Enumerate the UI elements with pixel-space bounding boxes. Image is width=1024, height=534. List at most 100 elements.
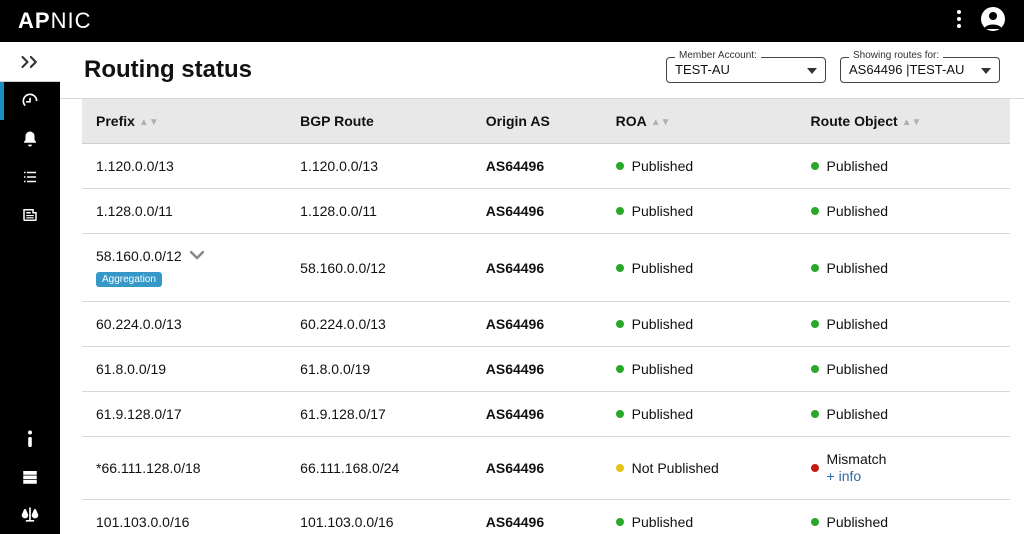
page-header: Routing status Member Account: TEST-AU S… (60, 42, 1024, 99)
status-dot-icon (811, 518, 819, 526)
sidebar-expand-button[interactable] (0, 42, 60, 82)
cell-route-object: Published (797, 189, 1010, 234)
status-text: Published (632, 406, 694, 422)
table-row: 101.103.0.0/16101.103.0.0/16AS64496Publi… (82, 499, 1010, 534)
cell-roa: Published (602, 144, 797, 189)
sidebar-item-list[interactable] (0, 158, 60, 196)
cell-prefix: *66.111.128.0/18 (82, 437, 286, 500)
status-text: Published (827, 316, 889, 332)
cell-route-object: Published (797, 392, 1010, 437)
cell-bgp: 1.120.0.0/13 (286, 144, 472, 189)
cell-roa: Published (602, 347, 797, 392)
status-text: Published (632, 158, 694, 174)
select-value: AS64496 |TEST-AU (849, 62, 964, 77)
cell-route-object: Published (797, 302, 1010, 347)
cell-roa: Published (602, 234, 797, 302)
logo: APNIC (18, 8, 91, 34)
cell-route-object: Published (797, 499, 1010, 534)
cell-origin: AS64496 (472, 302, 602, 347)
bell-icon (21, 130, 39, 148)
table-area: Prefix▲▼ BGP Route Origin AS ROA▲▼ Route… (60, 99, 1024, 534)
status-dot-icon (811, 410, 819, 418)
sidebar-item-alerts[interactable] (0, 120, 60, 158)
status-text: Published (632, 514, 694, 530)
col-header-route-object[interactable]: Route Object▲▼ (797, 99, 1010, 144)
sidebar-item-dashboard[interactable] (0, 82, 60, 120)
caret-down-icon (981, 61, 991, 79)
routes-for-select[interactable]: Showing routes for: AS64496 |TEST-AU (840, 57, 1000, 83)
cell-prefix: 1.128.0.0/11 (82, 189, 286, 234)
logo-light: NIC (51, 8, 92, 33)
header-controls: Member Account: TEST-AU Showing routes f… (666, 57, 1000, 83)
cell-route-object: Published (797, 234, 1010, 302)
info-link[interactable]: + info (827, 468, 887, 485)
cell-origin: AS64496 (472, 144, 602, 189)
sort-icon: ▲▼ (902, 117, 922, 128)
select-value: TEST-AU (675, 62, 730, 77)
cell-roa: Published (602, 302, 797, 347)
cell-prefix: 61.8.0.0/19 (82, 347, 286, 392)
chevron-down-icon[interactable] (190, 248, 204, 264)
status-text: Published (827, 203, 889, 219)
cell-roa: Published (602, 392, 797, 437)
member-account-select[interactable]: Member Account: TEST-AU (666, 57, 826, 83)
cell-origin: AS64496 (472, 347, 602, 392)
cell-prefix: 1.120.0.0/13 (82, 144, 286, 189)
select-label: Showing routes for: (849, 50, 943, 61)
cell-bgp: 60.224.0.0/13 (286, 302, 472, 347)
account-icon[interactable] (980, 6, 1006, 37)
status-text: Published (827, 514, 889, 530)
cell-prefix: 101.103.0.0/16 (82, 499, 286, 534)
cell-prefix: 60.224.0.0/13 (82, 302, 286, 347)
col-header-prefix[interactable]: Prefix▲▼ (82, 99, 286, 144)
logo-bold: AP (18, 8, 51, 33)
table-row: 1.128.0.0/111.128.0.0/11AS64496Published… (82, 189, 1010, 234)
status-dot-icon (811, 365, 819, 373)
col-header-bgp[interactable]: BGP Route (286, 99, 472, 144)
prefix-text: 58.160.0.0/12 (96, 248, 182, 264)
cell-prefix: 61.9.128.0/17 (82, 392, 286, 437)
cell-origin: AS64496 (472, 392, 602, 437)
status-dot-icon (811, 162, 819, 170)
aggregation-badge: Aggregation (96, 272, 162, 287)
table-header-row: Prefix▲▼ BGP Route Origin AS ROA▲▼ Route… (82, 99, 1010, 144)
col-header-origin[interactable]: Origin AS (472, 99, 602, 144)
cell-bgp: 66.111.168.0/24 (286, 437, 472, 500)
sidebar-item-news[interactable] (0, 196, 60, 234)
cell-bgp: 101.103.0.0/16 (286, 499, 472, 534)
cell-roa: Published (602, 499, 797, 534)
status-text: Published (827, 158, 889, 174)
cell-bgp: 58.160.0.0/12 (286, 234, 472, 302)
col-header-roa[interactable]: ROA▲▼ (602, 99, 797, 144)
select-label: Member Account: (675, 50, 761, 61)
table-row: 1.120.0.0/131.120.0.0/13AS64496Published… (82, 144, 1010, 189)
caret-down-icon (807, 61, 817, 79)
status-text: Not Published (632, 460, 719, 476)
cell-origin: AS64496 (472, 499, 602, 534)
status-dot-icon (616, 365, 624, 373)
status-dot-icon (811, 464, 819, 472)
status-dot-icon (616, 518, 624, 526)
status-text: Published (632, 361, 694, 377)
sidebar-item-servers[interactable] (0, 458, 60, 496)
list-icon (21, 168, 39, 186)
top-bar: APNIC (0, 0, 1024, 42)
table-row: 58.160.0.0/12Aggregation58.160.0.0/12AS6… (82, 234, 1010, 302)
status-text: Published (827, 406, 889, 422)
status-dot-icon (616, 264, 624, 272)
cell-origin: AS64496 (472, 437, 602, 500)
status-dot-icon (811, 320, 819, 328)
status-dot-icon (811, 207, 819, 215)
cell-route-object: Mismatch+ info (797, 437, 1010, 500)
status-dot-icon (616, 410, 624, 418)
sidebar-item-info[interactable] (0, 420, 60, 458)
routing-table: Prefix▲▼ BGP Route Origin AS ROA▲▼ Route… (82, 99, 1010, 534)
table-row: 61.9.128.0/1761.9.128.0/17AS64496Publish… (82, 392, 1010, 437)
status-text: Published (632, 316, 694, 332)
topbar-right (956, 6, 1006, 37)
cell-route-object: Published (797, 347, 1010, 392)
status-dot-icon (811, 264, 819, 272)
status-text: Mismatch (827, 451, 887, 468)
sidebar-item-balance[interactable] (0, 496, 60, 534)
more-vert-icon[interactable] (956, 9, 962, 34)
